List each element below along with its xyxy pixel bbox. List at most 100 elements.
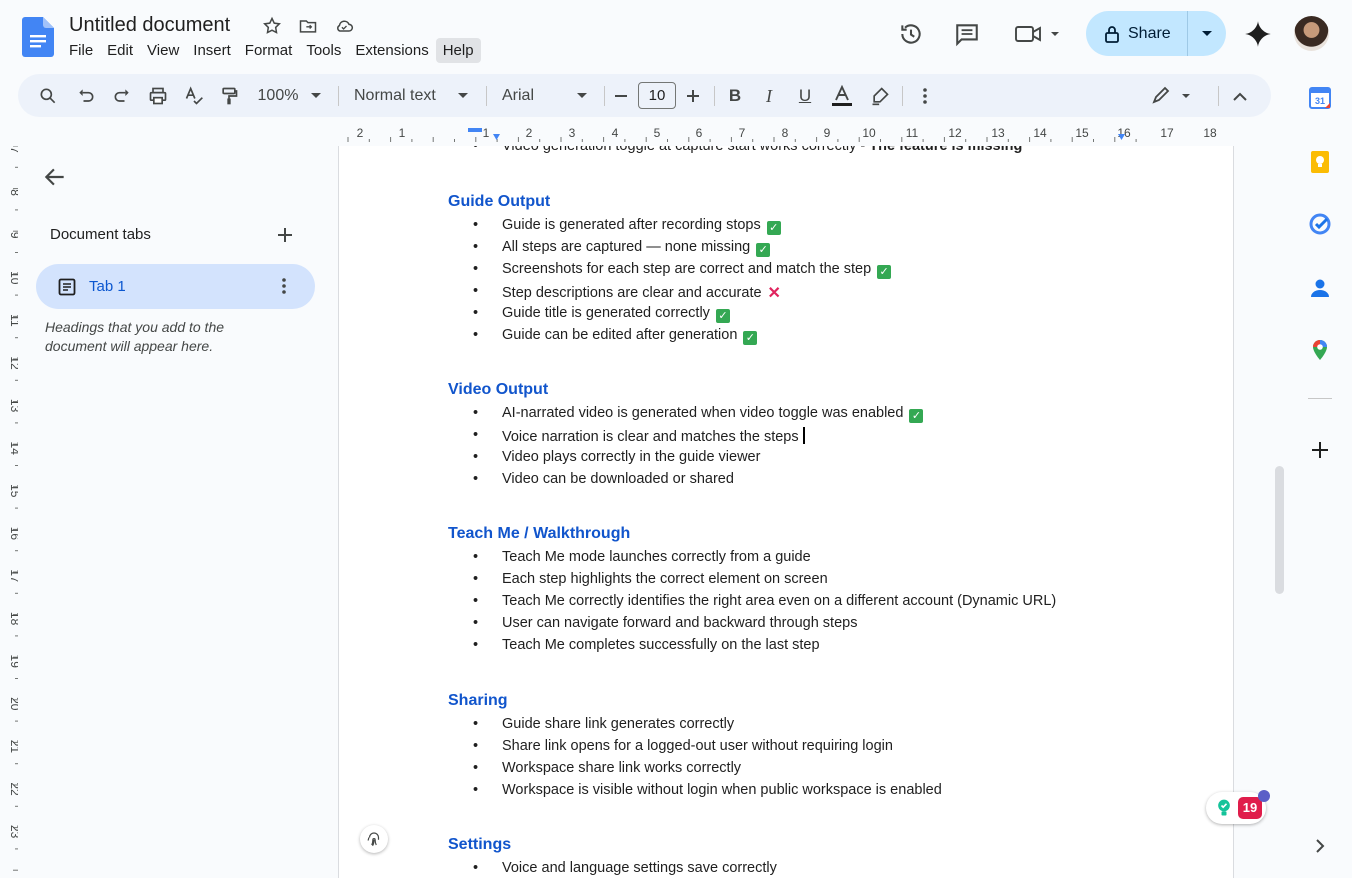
avatar[interactable] — [1294, 16, 1329, 51]
highlight-icon[interactable] — [868, 84, 892, 108]
tasks-icon[interactable] — [1308, 212, 1332, 236]
print-icon[interactable] — [146, 84, 170, 108]
expand-panel-icon[interactable] — [1308, 834, 1332, 858]
spellcheck-icon[interactable] — [182, 84, 206, 108]
vertical-ruler[interactable]: 7 8 9 10 11 12 13 14 15 16 17 18 19 20 21 22 23 — [0, 146, 18, 878]
grammar-assistant-badge[interactable]: 19 — [1206, 790, 1270, 824]
back-arrow-icon[interactable] — [42, 164, 68, 190]
ruler-number: 11 — [906, 126, 919, 140]
section-heading[interactable]: Teach Me / Walkthrough — [448, 525, 630, 543]
increase-font-size-icon[interactable] — [684, 84, 702, 108]
document-page[interactable]: • Video generation toggle at capture star… — [338, 146, 1234, 878]
text-run: Teach Me correctly identifies the right … — [502, 592, 1057, 609]
move-folder-icon[interactable] — [294, 14, 322, 38]
paint-format-icon[interactable] — [217, 84, 241, 108]
ruler-number: 23 — [8, 825, 18, 839]
list-item-text: Teach Me correctly identifies the right … — [502, 593, 1056, 609]
bold-icon[interactable]: B — [724, 84, 746, 108]
section-heading[interactable]: Settings — [448, 836, 511, 854]
collapse-toolbar-icon[interactable] — [1228, 84, 1252, 108]
version-history-icon[interactable] — [898, 21, 924, 47]
editing-mode-icon[interactable] — [1148, 84, 1192, 108]
text-run: Workspace share link works correctly — [502, 759, 742, 776]
lightbulb-icon — [1218, 799, 1230, 816]
list-item-text: Share link opens for a logged-out user w… — [502, 738, 893, 754]
ruler-number: 14 — [8, 442, 18, 456]
ruler-number: 9 — [8, 232, 18, 239]
cloud-saved-icon[interactable] — [330, 14, 358, 38]
more-options-icon[interactable] — [914, 84, 936, 108]
bullet: • — [473, 470, 479, 487]
text-run: Each step highlights the correct element… — [502, 570, 828, 587]
text-run: Guide can be edited after generation — [502, 326, 738, 343]
maps-icon[interactable] — [1308, 338, 1332, 362]
text-color-icon[interactable] — [830, 84, 854, 108]
menu-file[interactable]: File — [62, 38, 100, 63]
bullet: • — [473, 716, 479, 732]
divider — [714, 86, 715, 106]
gemini-icon[interactable] — [1244, 20, 1272, 48]
fingerprint-icon[interactable] — [360, 825, 388, 853]
section-heading[interactable]: Video Output — [448, 381, 548, 399]
style-caret-icon[interactable] — [455, 84, 471, 108]
list-item-text: Video plays correctly in the guide viewe… — [502, 449, 760, 465]
ruler-number: 17 — [1160, 126, 1174, 140]
font-size-input[interactable]: 10 — [638, 82, 676, 109]
font-select[interactable]: Arial — [502, 84, 552, 108]
menu-view[interactable]: View — [140, 38, 186, 63]
menu-help[interactable]: Help — [435, 38, 481, 63]
tab-more-icon[interactable] — [274, 275, 294, 297]
decrease-font-size-icon[interactable] — [612, 84, 630, 108]
share-dropdown-button[interactable] — [1188, 30, 1226, 38]
meet-icon[interactable] — [1014, 22, 1062, 46]
undo-icon[interactable] — [74, 84, 98, 108]
calendar-icon[interactable]: 31 — [1308, 86, 1332, 110]
paragraph-style-select[interactable]: Normal text — [354, 84, 444, 108]
keep-icon[interactable] — [1308, 150, 1332, 174]
zoom-select[interactable]: 100% — [254, 84, 302, 108]
redo-icon[interactable] — [110, 84, 134, 108]
bullet: • — [473, 146, 479, 154]
ruler-number: 2 — [526, 126, 533, 140]
text-run: Video generation toggle at capture start… — [502, 146, 870, 154]
contacts-icon[interactable] — [1308, 276, 1332, 300]
text-run: Video can be downloaded or shared — [502, 470, 734, 487]
vertical-scrollbar[interactable] — [1275, 466, 1284, 594]
star-icon[interactable] — [258, 14, 286, 38]
font-caret-icon[interactable] — [574, 84, 590, 108]
section-heading[interactable]: Guide Output — [448, 193, 550, 211]
menu-insert[interactable]: Insert — [186, 38, 238, 63]
rail-divider — [1308, 398, 1332, 399]
list-item-text: Each step highlights the correct element… — [502, 571, 828, 587]
ruler-number: 21 — [8, 740, 18, 754]
ruler-number: 7 — [8, 147, 18, 154]
document-title[interactable]: Untitled document — [69, 14, 230, 37]
menu-tools[interactable]: Tools — [299, 38, 348, 63]
menu-edit[interactable]: Edit — [100, 38, 140, 63]
underline-icon[interactable]: U — [794, 84, 816, 108]
list-item-text: Voice narration is clear and matches the… — [502, 426, 805, 445]
bullet: • — [473, 217, 479, 233]
suggestion-count: 19 — [1238, 797, 1262, 819]
add-tab-icon[interactable] — [274, 224, 296, 246]
text-run: Screenshots for each step are correct an… — [502, 260, 872, 277]
comments-icon[interactable] — [954, 21, 980, 47]
menu-extensions[interactable]: Extensions — [348, 38, 435, 63]
ruler-number: 3 — [569, 126, 576, 140]
docs-logo-icon[interactable] — [22, 17, 54, 57]
sidebar-tab-1[interactable]: Tab 1 — [36, 264, 315, 309]
section-heading[interactable]: Sharing — [448, 692, 508, 710]
search-menus-icon[interactable] — [36, 84, 60, 108]
list-item-text: Teach Me completes successfully on the l… — [502, 637, 820, 653]
italic-icon[interactable]: I — [758, 84, 780, 108]
menu-format[interactable]: Format — [238, 38, 300, 63]
ruler-number: 18 — [8, 612, 18, 626]
share-button[interactable]: Share — [1086, 11, 1188, 56]
add-addon-icon[interactable] — [1308, 438, 1332, 462]
ruler-number: 20 — [8, 697, 18, 711]
text-run: Voice and language settings save correct… — [502, 860, 777, 876]
zoom-caret-icon[interactable] — [308, 84, 324, 108]
horizontal-ruler[interactable]: 2 1 1 2 3 4 5 6 7 8 9 10 11 12 13 14 15 16 17 18 — [338, 122, 1234, 144]
document-icon — [58, 278, 76, 296]
ruler-number: 13 — [8, 399, 18, 413]
